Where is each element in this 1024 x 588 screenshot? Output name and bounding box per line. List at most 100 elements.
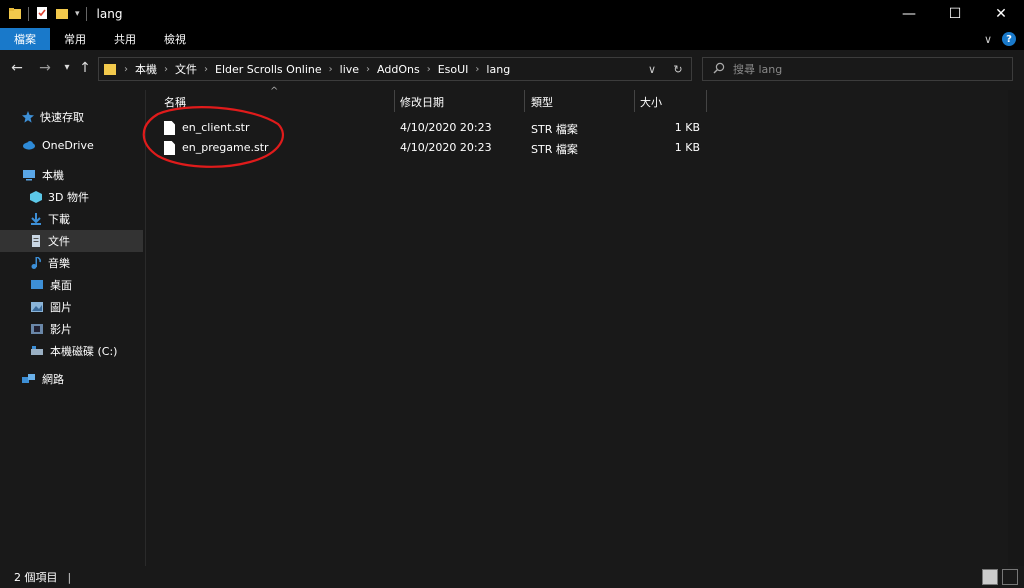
breadcrumb-item[interactable]: 文件 xyxy=(171,61,201,77)
sidebar-item[interactable]: 桌面 xyxy=(0,274,143,296)
file-modified: 4/10/2020 20:23 xyxy=(400,141,492,154)
sidebar-item[interactable]: 網路 xyxy=(0,368,143,390)
column-divider[interactable] xyxy=(524,90,525,112)
sidebar-item-label: 本機磁碟 (C:) xyxy=(50,345,118,358)
sidebar-item-label: 本機 xyxy=(42,169,64,182)
sidebar-item-label: 影片 xyxy=(50,323,72,336)
cube-icon xyxy=(30,191,42,203)
sidebar-item-label: 文件 xyxy=(48,235,70,248)
search-placeholder: 搜尋 lang xyxy=(733,63,783,76)
breadcrumb-item[interactable]: EsoUI xyxy=(434,63,473,76)
details-view-button[interactable] xyxy=(982,569,998,585)
breadcrumb-chevron-icon[interactable]: › xyxy=(161,64,171,75)
sidebar-item[interactable]: 影片 xyxy=(0,318,143,340)
folder-icon xyxy=(8,6,22,23)
column-header-size[interactable]: 大小 xyxy=(640,92,662,112)
breadcrumb-item[interactable]: live xyxy=(336,63,363,76)
help-icon[interactable]: ? xyxy=(1002,32,1016,46)
sidebar-item[interactable]: 下載 xyxy=(0,208,143,230)
computer-icon xyxy=(22,169,36,181)
column-divider[interactable] xyxy=(706,90,707,112)
view-switcher xyxy=(982,569,1018,585)
file-type: STR 檔案 xyxy=(531,123,578,136)
address-bar[interactable]: › 本機 › 文件 › Elder Scrolls Online › live › AddOns ›… xyxy=(98,57,692,81)
download-arrow-icon xyxy=(30,213,42,225)
breadcrumb-item[interactable]: AddOns xyxy=(373,63,424,76)
column-divider[interactable] xyxy=(394,90,395,112)
tab-share[interactable]: 共用 xyxy=(100,28,150,50)
expand-ribbon-icon[interactable]: ∨ xyxy=(984,33,992,46)
sidebar-item[interactable]: 圖片 xyxy=(0,296,143,318)
status-separator: | xyxy=(67,570,72,584)
tab-file[interactable]: 檔案 xyxy=(0,28,50,50)
breadcrumb-chevron-icon[interactable]: › xyxy=(326,64,336,75)
search-box[interactable]: 搜尋 lang xyxy=(702,57,1013,81)
forward-button[interactable]: → xyxy=(36,60,54,76)
properties-icon[interactable] xyxy=(35,6,49,23)
sidebar-item[interactable]: 3D 物件 xyxy=(0,186,143,208)
folder-icon xyxy=(103,62,117,76)
column-divider[interactable] xyxy=(634,90,635,112)
file-row[interactable]: en_pregame.str 4/10/2020 20:23 STR 檔案 1 KB xyxy=(146,138,746,158)
film-icon xyxy=(30,323,44,335)
up-button[interactable]: ↑ xyxy=(76,60,94,76)
breadcrumb-item[interactable]: lang xyxy=(482,63,514,76)
breadcrumb-chevron-icon[interactable]: › xyxy=(424,64,434,75)
drive-icon xyxy=(30,345,44,357)
ribbon-tabs: 檔案 常用 共用 檢視 ∨ ? xyxy=(0,28,1024,50)
new-folder-icon[interactable] xyxy=(55,6,69,23)
sidebar-item-label: 桌面 xyxy=(50,279,72,292)
column-header-name[interactable]: 名稱 xyxy=(164,92,186,112)
large-icons-view-button[interactable] xyxy=(1002,569,1018,585)
divider xyxy=(85,7,87,21)
cloud-icon xyxy=(22,139,36,151)
column-header-type[interactable]: 類型 xyxy=(531,92,553,112)
file-name: en_client.str xyxy=(182,121,250,134)
back-button[interactable]: ← xyxy=(8,60,26,76)
file-icon xyxy=(164,121,175,135)
vertical-scrollbar[interactable] xyxy=(1008,90,1024,566)
sidebar-item-label: 3D 物件 xyxy=(48,191,89,204)
tab-home[interactable]: 常用 xyxy=(50,28,100,50)
sidebar-item-label: 下載 xyxy=(48,213,70,226)
sidebar-item[interactable]: 音樂 xyxy=(0,252,143,274)
recent-locations-button[interactable]: ▾ xyxy=(58,62,76,73)
refresh-button[interactable]: ↻ xyxy=(665,63,691,76)
network-icon xyxy=(22,373,36,385)
quick-access-toolbar: ▾ lang xyxy=(0,0,122,28)
breadcrumb: › 本機 › 文件 › Elder Scrolls Online › live › AddOns ›… xyxy=(117,61,514,77)
column-label-modified: 修改日期 xyxy=(400,96,444,109)
file-size: 1 KB xyxy=(674,141,700,154)
sidebar-item-label: 圖片 xyxy=(50,301,72,314)
breadcrumb-chevron-icon[interactable]: › xyxy=(201,64,211,75)
search-icon xyxy=(713,62,725,77)
breadcrumb-item[interactable]: 本機 xyxy=(131,61,161,77)
tab-view[interactable]: 檢視 xyxy=(150,28,200,50)
divider xyxy=(28,7,29,21)
sidebar-item[interactable]: OneDrive xyxy=(0,134,143,156)
sidebar-item[interactable]: 本機磁碟 (C:) xyxy=(0,340,143,362)
breadcrumb-chevron-icon[interactable]: › xyxy=(121,64,131,75)
ribbon-right: ∨ ? xyxy=(984,28,1016,50)
breadcrumb-chevron-icon[interactable]: › xyxy=(472,64,482,75)
breadcrumb-chevron-icon[interactable]: › xyxy=(363,64,373,75)
maximize-button[interactable]: ☐ xyxy=(932,0,978,28)
customize-toolbar-icon[interactable]: ▾ xyxy=(75,9,80,19)
sidebar-item[interactable]: 文件 xyxy=(0,230,143,252)
minimize-button[interactable]: — xyxy=(886,0,932,28)
column-label-size: 大小 xyxy=(640,96,662,109)
navigation-pane: 快速存取 OneDrive 本機 3D 物件下載文件音樂桌面圖片影片本機磁碟 (C:)… xyxy=(0,90,144,566)
column-header-modified[interactable]: 修改日期 xyxy=(400,92,444,112)
close-button[interactable]: ✕ xyxy=(978,0,1024,28)
file-row[interactable]: en_client.str 4/10/2020 20:23 STR 檔案 1 KB xyxy=(146,118,746,138)
sidebar-item[interactable]: 本機 xyxy=(0,164,143,186)
sidebar-item[interactable]: 快速存取 xyxy=(0,106,143,128)
column-label-type: 類型 xyxy=(531,96,553,109)
music-note-icon xyxy=(30,257,42,269)
breadcrumb-item[interactable]: Elder Scrolls Online xyxy=(211,63,326,76)
window-controls: — ☐ ✕ xyxy=(886,0,1024,28)
address-dropdown-button[interactable]: ∨ xyxy=(639,63,665,76)
status-bar: 2 個項目 | xyxy=(0,566,1024,588)
desktop-icon xyxy=(30,279,44,291)
window-title: lang xyxy=(96,7,123,21)
